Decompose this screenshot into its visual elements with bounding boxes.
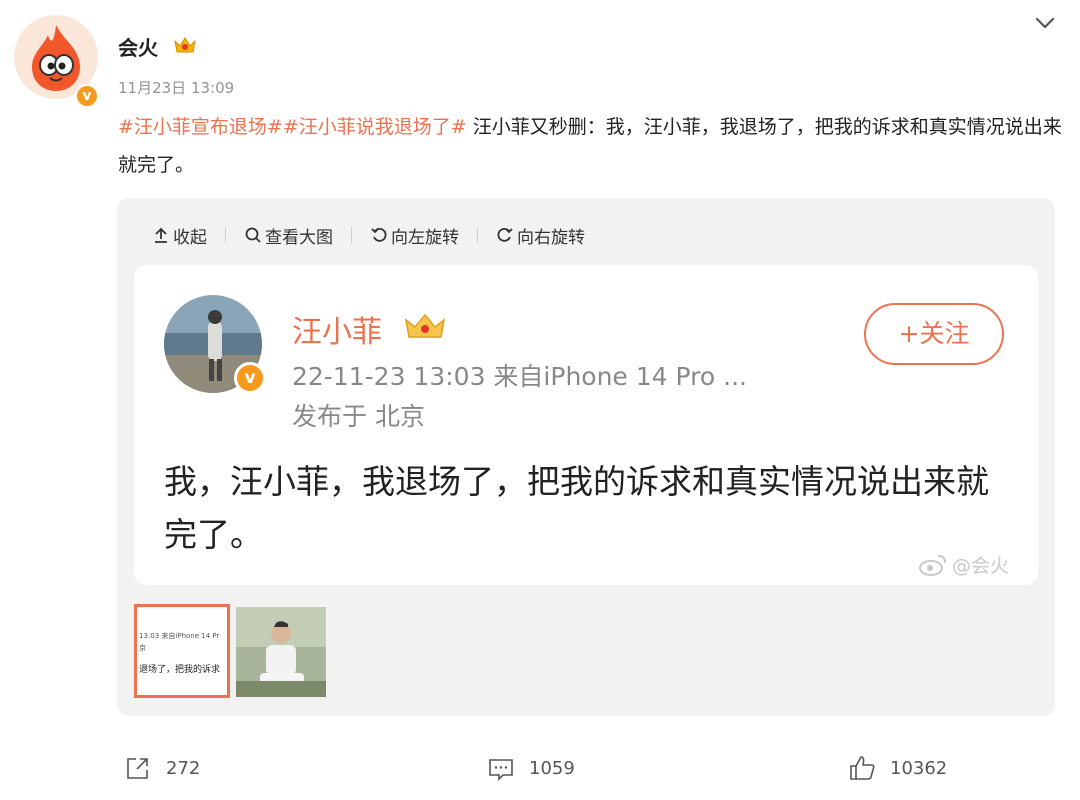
search-icon	[245, 227, 261, 243]
post-text: #汪小菲宣布退场##汪小菲说我退场了# 汪小菲又秒删：我，汪小菲，我退场了，把我…	[118, 108, 1063, 184]
rotate-left-icon	[371, 227, 387, 242]
share-count: 272	[166, 757, 201, 779]
verified-badge: v	[75, 84, 99, 108]
view-large-label: 查看大图	[265, 227, 333, 248]
weibo-logo-icon	[919, 554, 947, 576]
image-toolbar: 收起 查看大图 向左旋转 向右旋转	[152, 220, 585, 250]
screenshot-image[interactable]: v 汪小菲 22-11-23 13:03 来自iPhone 14 Pro ...…	[134, 265, 1038, 585]
thumbnail-text: 13:03 来自iPhone 14 Pr	[139, 632, 220, 640]
crown-icon	[404, 313, 446, 338]
divider	[351, 227, 352, 243]
thumbs-up-icon	[850, 756, 875, 780]
watermark: @会火	[918, 551, 1009, 578]
rotate-right-button[interactable]: 向右旋转	[496, 223, 585, 248]
crown-icon	[174, 37, 196, 53]
rotate-left-label: 向左旋转	[391, 227, 459, 248]
rotate-right-label: 向右旋转	[517, 227, 585, 248]
person-photo-icon	[236, 607, 326, 697]
share-button[interactable]: 272	[124, 754, 200, 782]
inner-meta: 22-11-23 13:03 来自iPhone 14 Pro ...	[292, 362, 747, 391]
watermark-text: @会火	[952, 555, 1010, 577]
inner-verified-badge: v	[234, 362, 266, 394]
view-large-button[interactable]: 查看大图	[244, 223, 333, 248]
thumbnail-text: 退场了，把我的诉求	[139, 665, 221, 675]
like-count: 10362	[890, 757, 948, 779]
follow-button: +关注	[864, 303, 1004, 365]
share-icon	[127, 758, 148, 779]
post-time[interactable]: 11月23日 13:09	[118, 77, 234, 98]
collapse-button[interactable]: 收起	[152, 223, 207, 248]
hashtag-link[interactable]: #汪小菲宣布退场#	[118, 116, 283, 138]
chevron-down-icon[interactable]	[1030, 8, 1060, 38]
thumbnail-1[interactable]: 13:03 来自iPhone 14 Pr 京 退场了，把我的诉求	[134, 604, 230, 698]
comment-button[interactable]: 1059	[487, 754, 575, 782]
collapse-label: 收起	[173, 227, 207, 248]
comment-icon	[489, 759, 513, 781]
inner-location: 发布于 北京	[292, 402, 425, 431]
thumbnail-text: 京	[139, 644, 146, 652]
inner-post-text: 我，汪小菲，我退场了，把我的诉求和真实情况说出来就完了。	[164, 462, 989, 554]
inner-user-name: 汪小菲	[292, 315, 382, 350]
divider	[477, 227, 478, 243]
thumbnail-2[interactable]	[236, 607, 326, 697]
rotate-left-button[interactable]: 向左旋转	[370, 223, 459, 248]
comment-count: 1059	[529, 757, 575, 779]
poster-name[interactable]: 会火	[118, 32, 158, 61]
rotate-right-icon	[497, 227, 513, 242]
collapse-icon	[155, 227, 167, 243]
like-button[interactable]: 10362	[848, 754, 947, 782]
hashtag-link[interactable]: #汪小菲说我退场了#	[283, 116, 467, 138]
divider	[225, 227, 226, 243]
